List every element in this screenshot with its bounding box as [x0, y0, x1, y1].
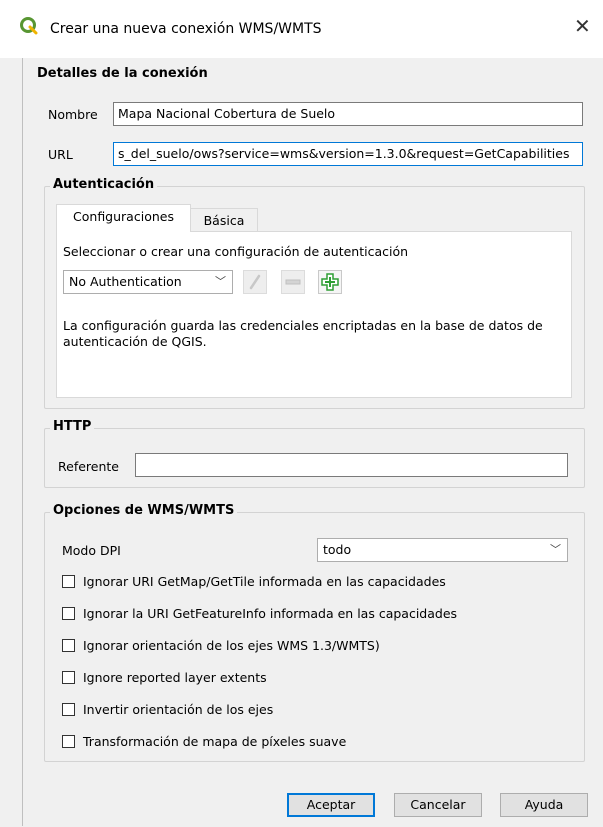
edit-config-button[interactable] [243, 270, 267, 294]
checkbox-label: Ignorar orientación de los ejes WMS 1.3/… [83, 638, 380, 653]
checkbox-label: Invertir orientación de los ejes [83, 702, 274, 717]
window-title: Crear una nueva conexión WMS/WMTS [50, 21, 322, 37]
remove-config-button[interactable] [281, 270, 305, 294]
ok-button[interactable]: Aceptar [287, 793, 375, 817]
url-label: URL [48, 147, 73, 162]
qgis-logo-icon [20, 17, 38, 35]
checkbox-label: Ignorar la URI GetFeatureInfo informada … [83, 606, 458, 621]
connection-details-title: Detalles de la conexión [34, 66, 211, 81]
checkbox-label: Ignore reported layer extents [83, 670, 267, 685]
checkbox-box[interactable] [62, 735, 75, 748]
dpi-mode-select[interactable]: todo ﹀ [317, 538, 568, 562]
checkbox-label: Ignorar URI GetMap/GetTile informada en … [83, 574, 446, 589]
checkbox-box[interactable] [62, 671, 75, 684]
checkbox-box[interactable] [62, 607, 75, 620]
auth-info-text: La configuración guarda las credenciales… [63, 318, 543, 349]
edit-pencil-icon [249, 274, 261, 290]
checkbox-ignore-axis-orientation[interactable]: Ignorar orientación de los ejes WMS 1.3/… [62, 637, 380, 653]
chevron-down-icon: ﹀ [215, 275, 226, 288]
add-config-button[interactable] [318, 270, 342, 294]
checkbox-ignore-getmap[interactable]: Ignorar URI GetMap/GetTile informada en … [62, 573, 446, 589]
chevron-down-icon: ﹀ [550, 543, 561, 556]
checkbox-smooth-pixmap[interactable]: Transformación de mapa de píxeles suave [62, 733, 346, 749]
add-plus-icon [321, 273, 339, 291]
wms-options-title: Opciones de WMS/WMTS [50, 503, 238, 518]
dpi-mode-value: todo [323, 542, 352, 557]
auth-config-value: No Authentication [69, 274, 182, 289]
auth-select-label: Seleccionar o crear una configuración de… [63, 244, 409, 259]
checkbox-box[interactable] [62, 639, 75, 652]
http-title: HTTP [50, 419, 95, 434]
checkbox-box[interactable] [62, 703, 75, 716]
name-field[interactable]: Mapa Nacional Cobertura de Suelo [113, 102, 583, 126]
referer-label: Referente [58, 459, 119, 474]
dpi-mode-label: Modo DPI [62, 543, 121, 558]
checkbox-label: Transformación de mapa de píxeles suave [83, 734, 347, 749]
tab-configuraciones[interactable]: Configuraciones [56, 204, 191, 232]
auth-config-select[interactable]: No Authentication ﹀ [63, 270, 233, 294]
help-button[interactable]: Ayuda [500, 793, 588, 817]
tab-basica[interactable]: Básica [190, 208, 258, 232]
cancel-button[interactable]: Cancelar [394, 793, 482, 817]
referer-field[interactable] [135, 453, 568, 477]
authentication-title: Autenticación [50, 177, 158, 192]
url-field[interactable]: s_del_suelo/ows?service=wms&version=1.3.… [113, 142, 583, 166]
checkbox-ignore-layer-extents[interactable]: Ignore reported layer extents [62, 669, 267, 685]
checkbox-box[interactable] [62, 575, 75, 588]
name-label: Nombre [48, 107, 98, 122]
remove-icon [285, 279, 301, 285]
close-icon[interactable]: ✕ [574, 16, 591, 36]
checkbox-invert-axis[interactable]: Invertir orientación de los ejes [62, 701, 273, 717]
checkbox-ignore-getfeatureinfo[interactable]: Ignorar la URI GetFeatureInfo informada … [62, 605, 457, 621]
